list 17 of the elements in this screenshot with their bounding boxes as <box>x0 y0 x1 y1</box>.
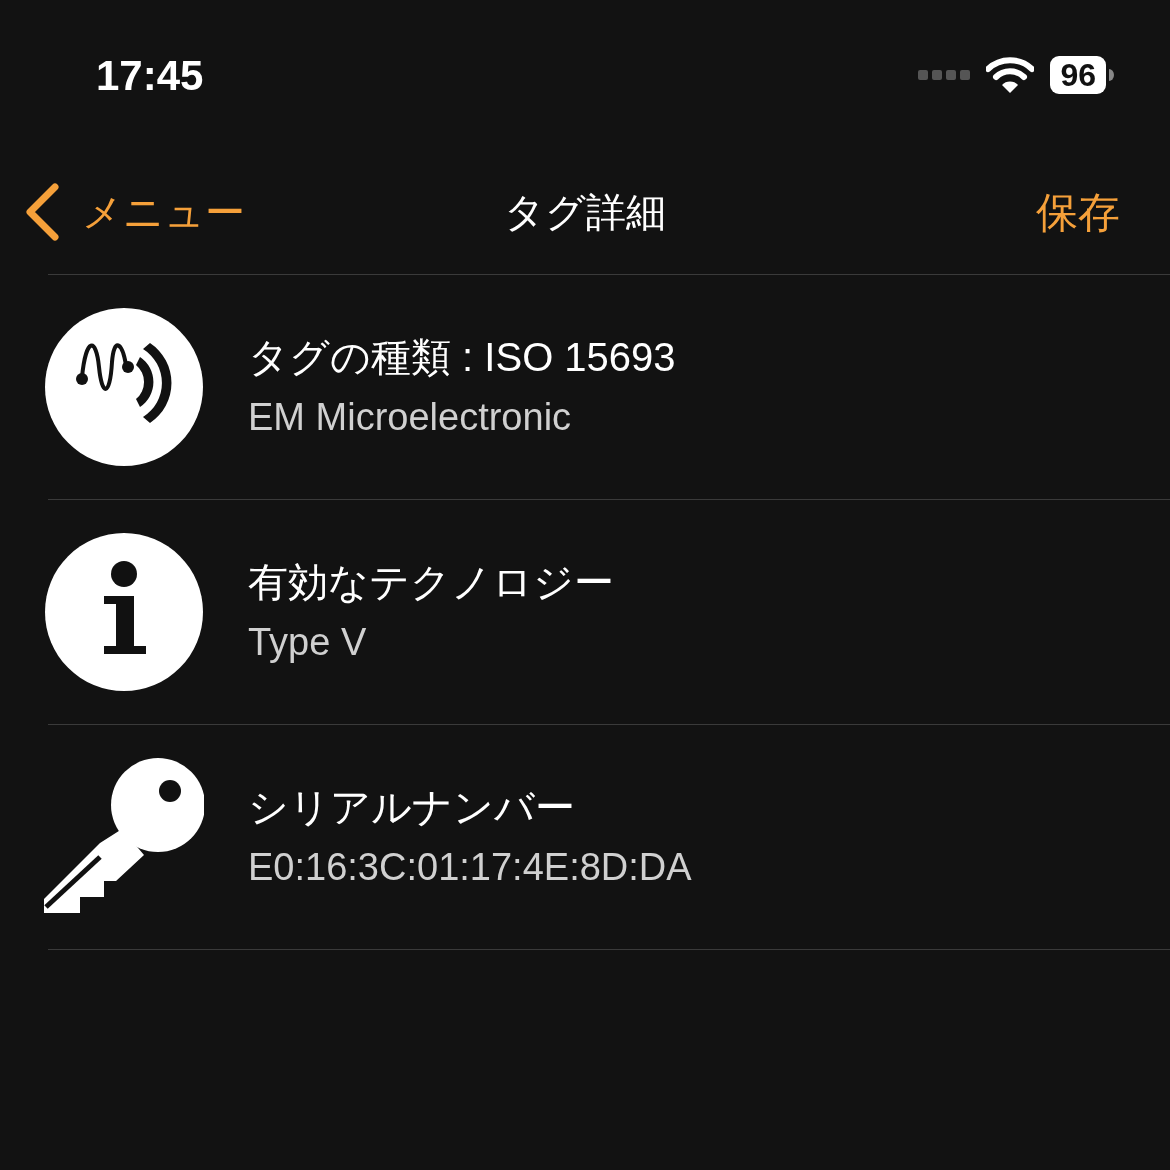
signal-icon <box>918 70 971 80</box>
row-title: タグの種類 : ISO 15693 <box>248 334 676 382</box>
wifi-icon <box>986 57 1035 93</box>
row-value: E0:16:3C:01:17:4E:8D:DA <box>248 845 692 891</box>
row-title: シリアルナンバー <box>248 784 576 832</box>
row-title: 有効なテクノロジー <box>248 559 614 607</box>
chevron-left-icon <box>24 183 60 241</box>
back-button[interactable]: メニュー <box>24 182 245 242</box>
row-value: EM Microelectronic <box>248 395 573 441</box>
save-button[interactable]: 保存 <box>1036 180 1120 244</box>
nav-title: タグ詳細 <box>504 190 666 234</box>
nfc-tag-icon <box>44 307 204 467</box>
info-icon <box>44 532 204 692</box>
status-time: 17:45 <box>96 50 204 101</box>
battery-tip-icon <box>1109 69 1114 81</box>
battery-level: 96 <box>1050 56 1106 94</box>
row-value: Type V <box>248 620 368 666</box>
